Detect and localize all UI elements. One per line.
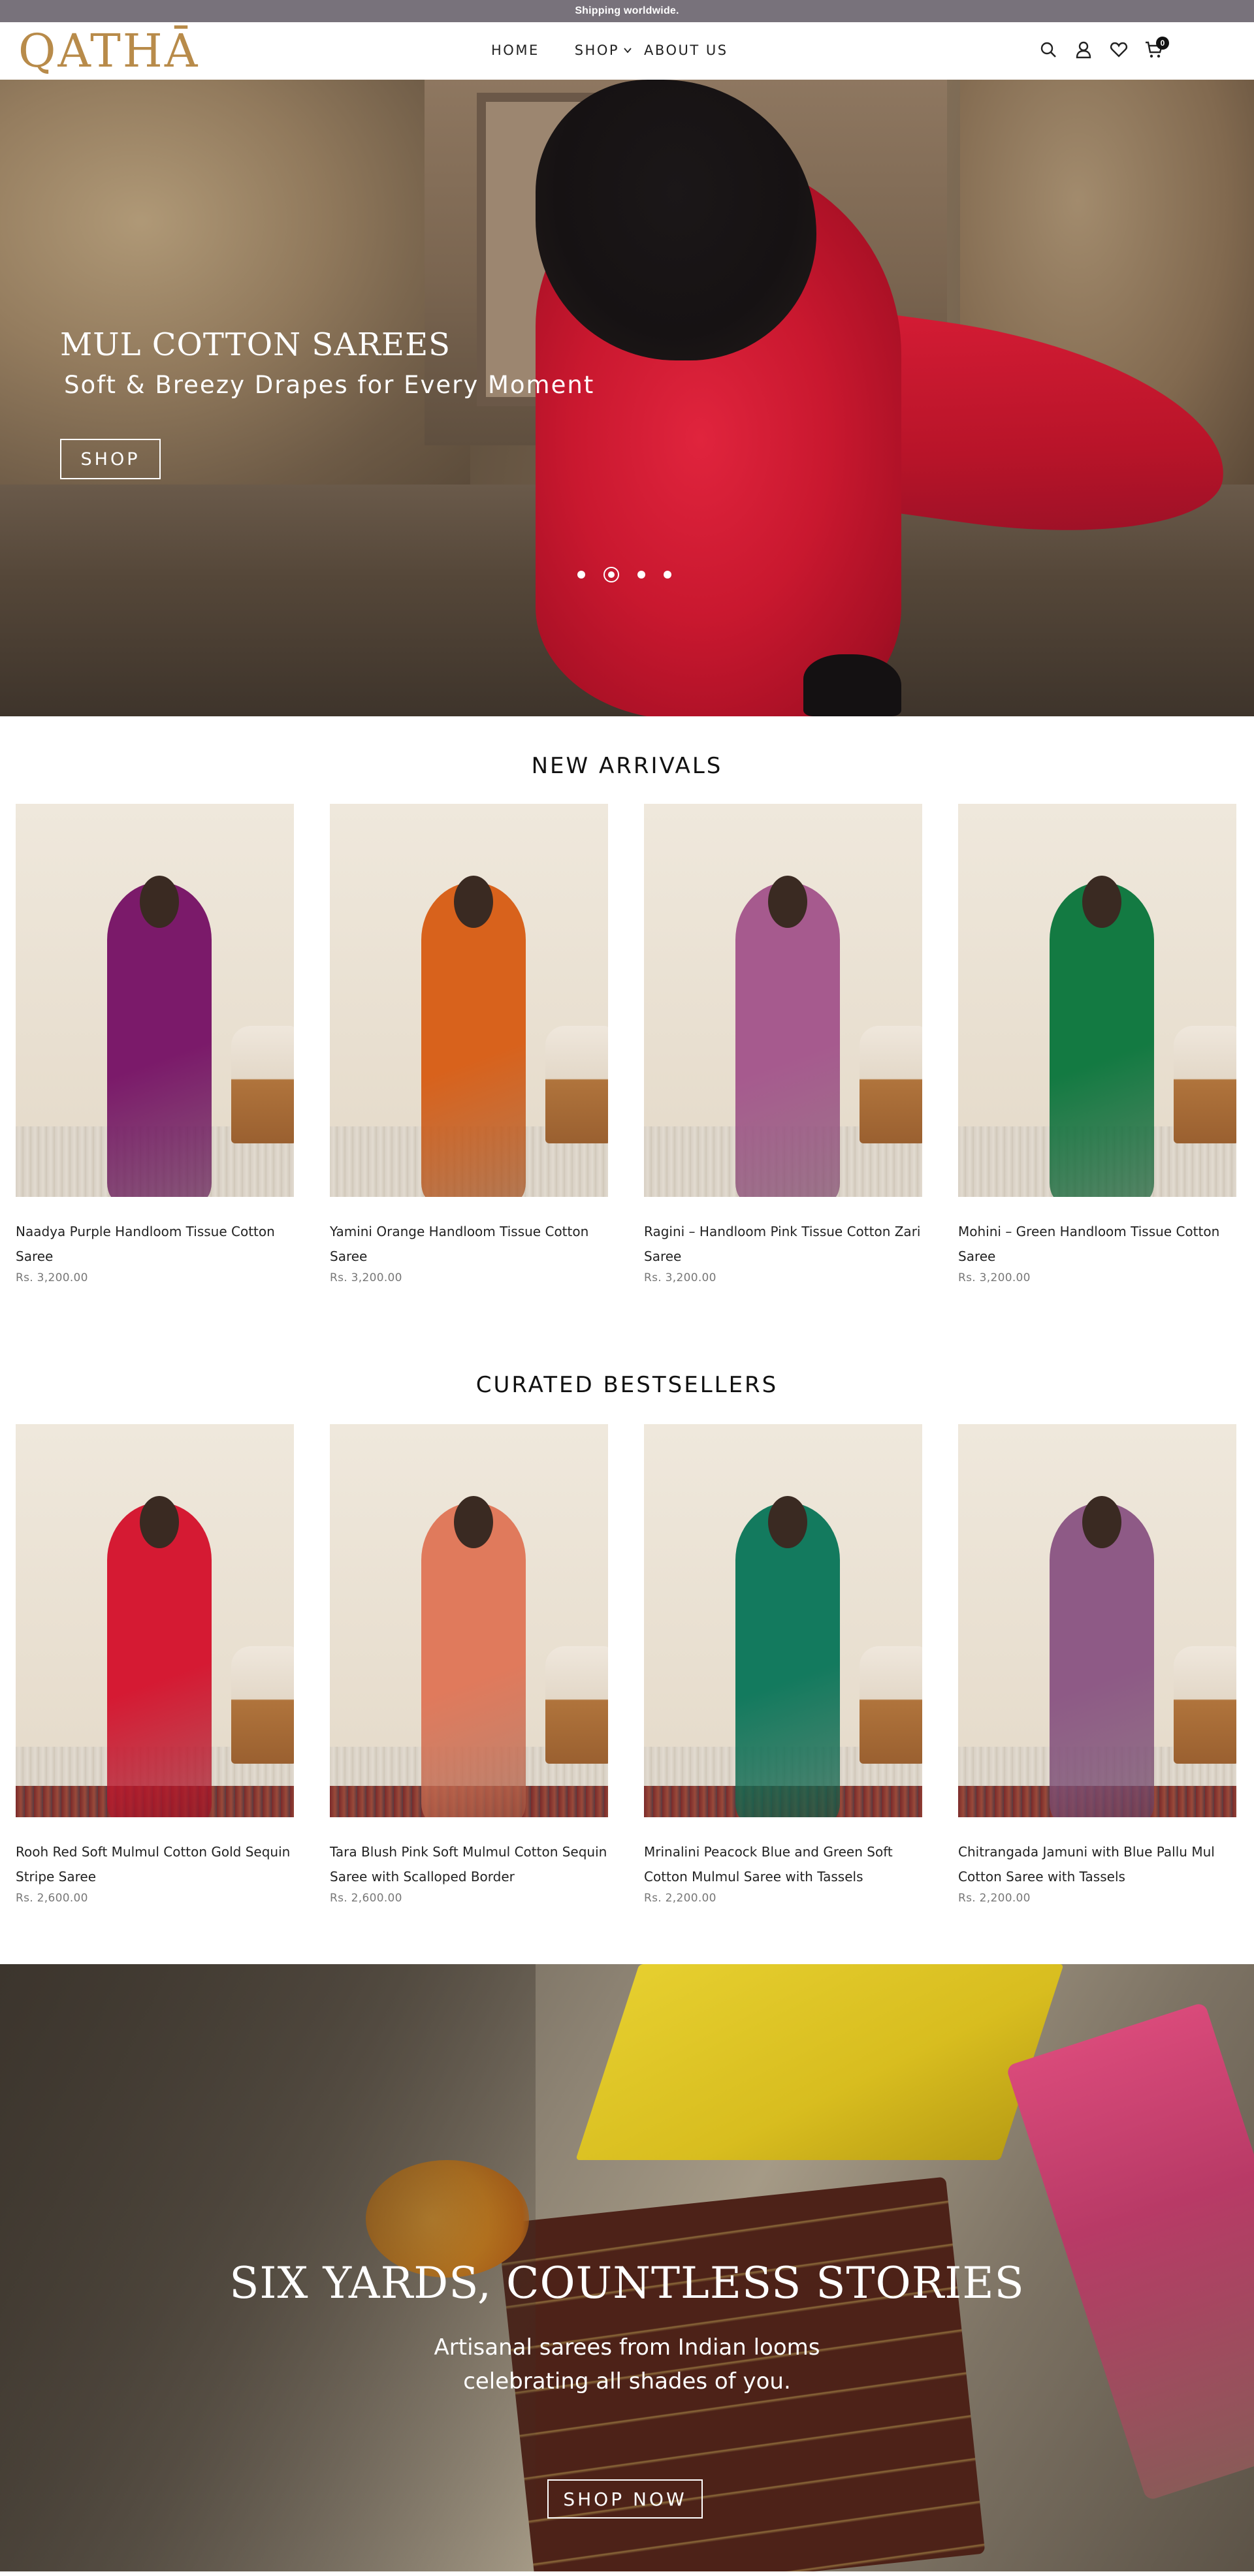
product-image-model-head [140, 876, 179, 928]
product-name[interactable]: Mrinalini Peacock Blue and Green Soft Co… [644, 1839, 922, 1889]
product-name[interactable]: Chitrangada Jamuni with Blue Pallu Mul C… [958, 1839, 1236, 1889]
cart-count-badge: 0 [1156, 37, 1169, 50]
banner-subtitle-line-1: Artisanal sarees from Indian looms [434, 2334, 820, 2361]
product-card[interactable]: Rooh Red Soft Mulmul Cotton Gold Sequin … [16, 1424, 294, 1905]
nav-home-label: HOME [491, 42, 539, 58]
product-price: Rs. 3,200.00 [330, 1271, 402, 1284]
heart-icon [1110, 42, 1128, 57]
product-price: Rs. 2,200.00 [644, 1892, 716, 1905]
product-card[interactable]: Yamini Orange Handloom Tissue Cotton Sar… [330, 804, 608, 1284]
product-image-model-head [1082, 1496, 1121, 1548]
cart-button[interactable]: 0 [1136, 37, 1172, 63]
new-arrivals-grid: Naadya Purple Handloom Tissue Cotton Sar… [16, 804, 1238, 1284]
hero-title: MUL COTTON SAREES [60, 326, 451, 363]
slide-dot-3[interactable] [637, 571, 645, 579]
product-name[interactable]: Mohini – Green Handloom Tissue Cotton Sa… [958, 1219, 1236, 1269]
product-card[interactable]: Mrinalini Peacock Blue and Green Soft Co… [644, 1424, 922, 1905]
banner-image-pink-saree [1005, 2001, 1254, 2502]
product-image-saree [1050, 882, 1154, 1197]
brand-logo[interactable]: QATHĀ [18, 26, 199, 76]
product-name[interactable]: Ragini – Handloom Pink Tissue Cotton Zar… [644, 1219, 922, 1269]
product-image-chair [545, 1026, 608, 1143]
nav-about-label: ABOUT US [644, 42, 728, 58]
search-button[interactable] [1031, 37, 1066, 63]
product-image-chair [545, 1646, 608, 1764]
announcement-bar: Shipping worldwide. [0, 0, 1254, 22]
product-image-chair [860, 1026, 922, 1143]
banner-subtitle-line-2: celebrating all shades of you. [463, 2368, 791, 2394]
product-card[interactable]: Tara Blush Pink Soft Mulmul Cotton Sequi… [330, 1424, 608, 1905]
slide-dot-4[interactable] [664, 571, 671, 579]
product-name[interactable]: Tara Blush Pink Soft Mulmul Cotton Sequi… [330, 1839, 608, 1889]
new-arrivals-title: NEW ARRIVALS [531, 753, 723, 779]
product-image-saree [107, 1503, 212, 1817]
main-nav: HOME SHOP ABOUT US [491, 40, 728, 60]
wishlist-button[interactable] [1101, 37, 1136, 63]
product-image-chair [1174, 1646, 1236, 1764]
slide-dot-1[interactable] [577, 571, 585, 579]
product-price: Rs. 2,600.00 [330, 1892, 402, 1905]
nav-shop-label: SHOP [574, 42, 620, 58]
product-image[interactable] [16, 1424, 294, 1817]
product-price: Rs. 3,200.00 [644, 1271, 716, 1284]
product-card[interactable]: Ragini – Handloom Pink Tissue Cotton Zar… [644, 804, 922, 1284]
banner-shop-now-button[interactable]: SHOP NOW [547, 2479, 703, 2519]
product-image-saree [735, 882, 840, 1197]
product-price: Rs. 3,200.00 [958, 1271, 1031, 1284]
product-image-model-head [140, 1496, 179, 1548]
user-icon [1076, 41, 1091, 59]
nav-shop[interactable]: SHOP [575, 40, 632, 60]
product-image[interactable] [330, 1424, 608, 1817]
hero-shop-button[interactable]: SHOP [60, 439, 161, 479]
product-image-saree [735, 1503, 840, 1817]
hero-subtitle: Soft & Breezy Drapes for Every Moment [64, 371, 595, 399]
product-image-chair [231, 1646, 294, 1764]
product-image-chair [1174, 1026, 1236, 1143]
account-button[interactable] [1066, 37, 1101, 63]
product-card[interactable]: Mohini – Green Handloom Tissue Cotton Sa… [958, 804, 1236, 1284]
banner-title: SIX YARDS, COUNTLESS STORIES [229, 2258, 1025, 2308]
product-image-model-head [768, 1496, 807, 1548]
slideshow-dots [577, 567, 690, 582]
product-price: Rs. 2,200.00 [958, 1892, 1031, 1905]
product-image[interactable] [644, 1424, 922, 1817]
chevron-down-icon [624, 48, 632, 54]
product-image-saree [421, 1503, 526, 1817]
product-image-model-head [454, 876, 493, 928]
hero-image-boot [803, 654, 901, 716]
bestsellers-title: CURATED BESTSELLERS [475, 1372, 779, 1398]
product-name[interactable]: Naadya Purple Handloom Tissue Cotton Sar… [16, 1219, 294, 1269]
product-image-saree [107, 882, 212, 1197]
bestsellers-grid: Rooh Red Soft Mulmul Cotton Gold Sequin … [16, 1424, 1238, 1905]
product-image[interactable] [644, 804, 922, 1197]
product-price: Rs. 3,200.00 [16, 1271, 88, 1284]
product-price: Rs. 2,600.00 [16, 1892, 88, 1905]
announcement-text: Shipping worldwide. [575, 5, 679, 16]
product-image-saree [1050, 1503, 1154, 1817]
slide-dot-2-active[interactable] [603, 567, 619, 582]
header-icons: 0 [1031, 37, 1172, 63]
product-card[interactable]: Naadya Purple Handloom Tissue Cotton Sar… [16, 804, 294, 1284]
product-image-saree [421, 882, 526, 1197]
product-image-model-head [454, 1496, 493, 1548]
product-card[interactable]: Chitrangada Jamuni with Blue Pallu Mul C… [958, 1424, 1236, 1905]
site-header: QATHĀ HOME SHOP ABOUT US 0 [0, 22, 1254, 80]
search-icon [1040, 42, 1056, 57]
hero-image-wall [0, 80, 470, 485]
product-image-model-head [768, 876, 807, 928]
product-image-chair [860, 1646, 922, 1764]
product-image[interactable] [16, 804, 294, 1197]
product-image[interactable] [958, 804, 1236, 1197]
product-image[interactable] [958, 1424, 1236, 1817]
product-name[interactable]: Rooh Red Soft Mulmul Cotton Gold Sequin … [16, 1839, 294, 1889]
nav-about[interactable]: ABOUT US [644, 40, 728, 60]
banner-image-yellow-saree [575, 1964, 1064, 2160]
product-name[interactable]: Yamini Orange Handloom Tissue Cotton Sar… [330, 1219, 608, 1269]
product-image[interactable] [330, 804, 608, 1197]
product-image-chair [231, 1026, 294, 1143]
nav-home[interactable]: HOME [491, 40, 539, 60]
product-image-model-head [1082, 876, 1121, 928]
